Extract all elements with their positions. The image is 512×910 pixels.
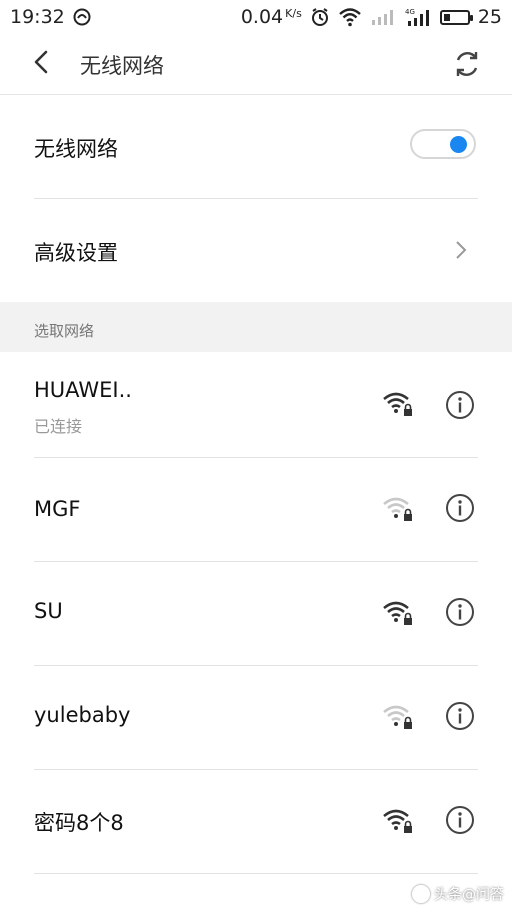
wifi-toggle-label: 无线网络 bbox=[34, 137, 118, 161]
wifi-status-icon bbox=[339, 8, 361, 27]
network-speed: 0.04 K/s bbox=[241, 6, 302, 28]
page-title: 无线网络 bbox=[80, 54, 164, 78]
network-row[interactable]: yulebaby bbox=[0, 665, 512, 769]
network-speed-unit: K/s bbox=[285, 6, 302, 20]
network-name: MGF bbox=[34, 497, 81, 521]
info-button[interactable] bbox=[445, 701, 475, 731]
network-type-label: 4G bbox=[405, 8, 415, 16]
wifi-locked-strong-icon bbox=[383, 601, 412, 625]
network-speed-value: 0.04 bbox=[240, 6, 284, 28]
app-bar: 无线网络 bbox=[0, 34, 512, 95]
watermark-logo-icon bbox=[412, 885, 430, 903]
battery-level: 25 bbox=[477, 6, 502, 28]
network-status: 已连接 bbox=[34, 417, 83, 436]
status-time: 19:32 bbox=[10, 6, 65, 28]
wifi-locked-strong-icon bbox=[383, 392, 412, 416]
wifi-locked-weak-icon bbox=[383, 497, 412, 521]
alarm-icon bbox=[311, 8, 328, 26]
status-right: 0.04 K/s 4G 25 bbox=[241, 6, 502, 28]
network-name: 密码8个8 bbox=[34, 811, 124, 835]
network-row[interactable]: MGF bbox=[0, 457, 512, 561]
signal-sim2-icon: 4G bbox=[405, 8, 429, 26]
app-notification-icon bbox=[73, 8, 91, 26]
status-left: 19:32 bbox=[10, 6, 91, 28]
network-name: HUAWEI.. bbox=[34, 378, 132, 402]
network-row[interactable]: SU bbox=[0, 561, 512, 665]
refresh-button[interactable] bbox=[450, 47, 484, 81]
info-button[interactable] bbox=[445, 805, 475, 835]
wifi-locked-strong-icon bbox=[383, 809, 412, 833]
info-button[interactable] bbox=[445, 493, 475, 523]
network-row[interactable]: 密码8个8 bbox=[0, 769, 512, 873]
watermark-text: 头条@问答 bbox=[434, 887, 504, 903]
network-name: SU bbox=[34, 599, 63, 623]
wifi-toggle-row[interactable]: 无线网络 bbox=[0, 95, 512, 198]
status-bar: 19:32 0.04 K/s 4G 25 bbox=[0, 0, 512, 34]
back-button[interactable] bbox=[28, 48, 56, 76]
section-header: 选取网络 bbox=[0, 302, 512, 352]
section-header-label: 选取网络 bbox=[34, 322, 95, 340]
info-button[interactable] bbox=[445, 390, 475, 420]
battery-icon bbox=[439, 9, 473, 25]
network-row[interactable]: HUAWEI.. 已连接 bbox=[0, 352, 512, 456]
divider bbox=[34, 873, 478, 874]
info-button[interactable] bbox=[445, 597, 475, 627]
wifi-locked-weak-icon bbox=[383, 705, 412, 729]
signal-sim1-icon bbox=[371, 10, 393, 25]
chevron-right-icon bbox=[456, 241, 467, 259]
watermark: 头条@问答 bbox=[412, 884, 504, 904]
network-name: yulebaby bbox=[34, 703, 131, 727]
advanced-settings-row[interactable]: 高级设置 bbox=[0, 199, 512, 302]
wifi-toggle-switch[interactable] bbox=[410, 129, 476, 159]
toggle-knob bbox=[450, 136, 467, 153]
advanced-settings-label: 高级设置 bbox=[34, 241, 118, 265]
